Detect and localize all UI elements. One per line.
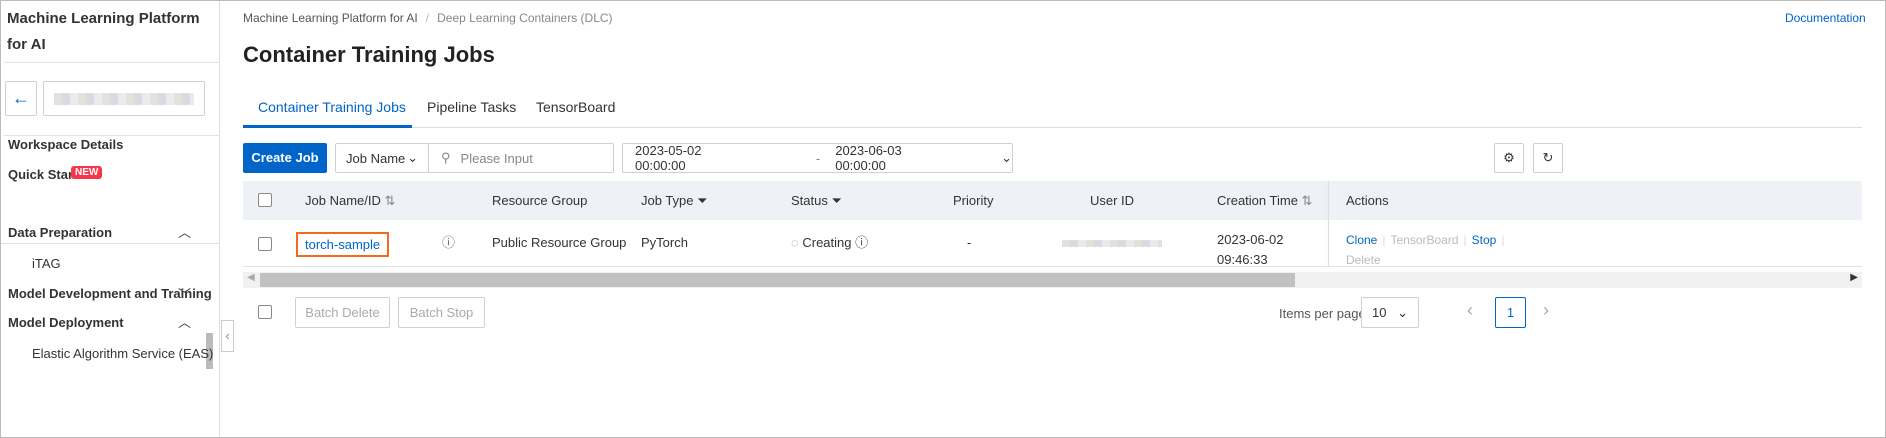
prev-page-icon[interactable]: ‹ [1467, 300, 1473, 321]
footer-select-all-checkbox[interactable] [258, 305, 272, 319]
cell-job-type: PyTorch [641, 235, 688, 250]
page-title: Container Training Jobs [243, 42, 495, 67]
sidebar-group-model-deployment[interactable]: Model Deployment [8, 315, 124, 330]
select-all-checkbox[interactable] [258, 193, 272, 207]
cell-creation-time: 2023-06-02 09:46:33 [1217, 232, 1284, 267]
sidebar-item-workspace-details[interactable]: Workspace Details [8, 137, 123, 152]
tab-container-training-jobs[interactable]: Container Training Jobs [258, 99, 406, 115]
cell-priority: - [967, 235, 972, 250]
row-checkbox[interactable] [258, 237, 272, 251]
documentation-link[interactable]: Documentation [1785, 11, 1866, 25]
col-user-id: User ID [1090, 193, 1135, 208]
filter-icon: ⏷ [697, 193, 708, 208]
chevron-down-icon: ⌄ [1397, 304, 1408, 320]
tab-pipeline-tasks[interactable]: Pipeline Tasks [427, 99, 516, 115]
cell-status: ◌ Creating ⓘ [791, 235, 869, 250]
search-input[interactable]: ⚲ Please Input [428, 143, 614, 173]
breadcrumb: Machine Learning Platform for AI / Deep Le… [243, 11, 613, 25]
date-end: 2023-06-03 00:00:00 [835, 143, 902, 173]
sidebar-item-quick-start[interactable]: Quick Start [8, 167, 77, 182]
search-placeholder: Please Input [460, 150, 533, 166]
active-tab-indicator [243, 125, 412, 128]
delete-action: Delete [1346, 253, 1381, 267]
date-range-picker[interactable]: 2023-05-02 00:00:00 -2023-06-03 00:00:00 ⌄ [622, 143, 1013, 173]
filter-field-value: Job Name [346, 150, 406, 166]
breadcrumb-item[interactable]: Machine Learning Platform for AI [243, 11, 418, 25]
tab-tensorboard[interactable]: TensorBoard [536, 99, 615, 115]
stop-action[interactable]: Stop [1472, 233, 1497, 247]
collapse-sidebar-handle[interactable]: ‹ [221, 320, 234, 352]
date-start: 2023-05-02 00:00:00 [635, 143, 702, 173]
horizontal-scrollbar[interactable]: ▶ ◀ [243, 272, 1862, 288]
col-creation-time[interactable]: Creation Time ⇅ [1217, 181, 1312, 220]
next-page-icon[interactable]: › [1543, 300, 1549, 321]
sidebar: Machine Learning Platform for AI ← Works… [0, 0, 220, 438]
filter-icon: ⏷ [831, 193, 842, 208]
table-header [243, 181, 1862, 220]
cell-resource-group: Public Resource Group [492, 235, 627, 250]
chevron-down-icon: ⌄ [1001, 150, 1012, 165]
sidebar-title: Machine Learning Platform for AI [7, 10, 200, 53]
user-id-blurred [1062, 240, 1162, 247]
settings-gear-icon[interactable]: ⚙ [1494, 143, 1524, 173]
clone-action[interactable]: Clone [1346, 233, 1377, 247]
chevron-down-icon[interactable]: ﹀ [178, 284, 191, 303]
info-icon[interactable]: ⓘ [442, 220, 455, 266]
create-job-button[interactable]: Create Job [243, 143, 327, 173]
info-icon: ⓘ [855, 235, 869, 250]
col-priority: Priority [953, 193, 994, 208]
tensorboard-action: TensorBoard [1390, 233, 1459, 247]
breadcrumb-item: Deep Learning Containers (DLC) [437, 11, 613, 25]
items-per-page-label: Items per page: [1279, 306, 1370, 321]
search-icon: ⚲ [441, 150, 451, 165]
col-job-name[interactable]: Job Name/ID ⇅ [305, 181, 395, 220]
sidebar-group-data-preparation[interactable]: Data Preparation [8, 225, 112, 240]
filter-field-select[interactable]: Job Name ⌄ [335, 143, 429, 173]
batch-stop-button[interactable]: Batch Stop [398, 297, 485, 328]
chevron-up-icon[interactable]: ︿ [178, 312, 191, 331]
col-resource-group: Resource Group [492, 193, 588, 208]
job-name-link[interactable]: torch-sample [296, 232, 390, 257]
workspace-selector[interactable] [43, 81, 205, 116]
col-job-type[interactable]: Job Type ⏷ [641, 181, 708, 220]
date-separator: - [815, 150, 821, 166]
refresh-icon[interactable]: ↻ [1533, 143, 1563, 173]
page-1-button[interactable]: 1 [1495, 297, 1526, 328]
back-arrow-icon[interactable]: ← [5, 81, 37, 116]
new-badge: NEW [71, 166, 103, 179]
sidebar-item-eas[interactable]: Elastic Algorithm Service (EAS) [32, 346, 213, 361]
chevron-down-icon: ⌄ [407, 150, 418, 165]
col-actions: Actions [1346, 193, 1389, 208]
batch-delete-button[interactable]: Batch Delete [295, 297, 390, 328]
chevron-up-icon[interactable]: ︿ [178, 222, 191, 241]
col-status[interactable]: Status ⏷ [791, 181, 842, 220]
sidebar-item-itag[interactable]: iTAG [32, 256, 61, 271]
cell-actions: Clone | TensorBoard | Stop | Delete [1346, 233, 1505, 267]
spinner-icon: ◌ [791, 235, 799, 250]
items-per-page-select[interactable]: 10 ⌄ [1361, 297, 1419, 328]
